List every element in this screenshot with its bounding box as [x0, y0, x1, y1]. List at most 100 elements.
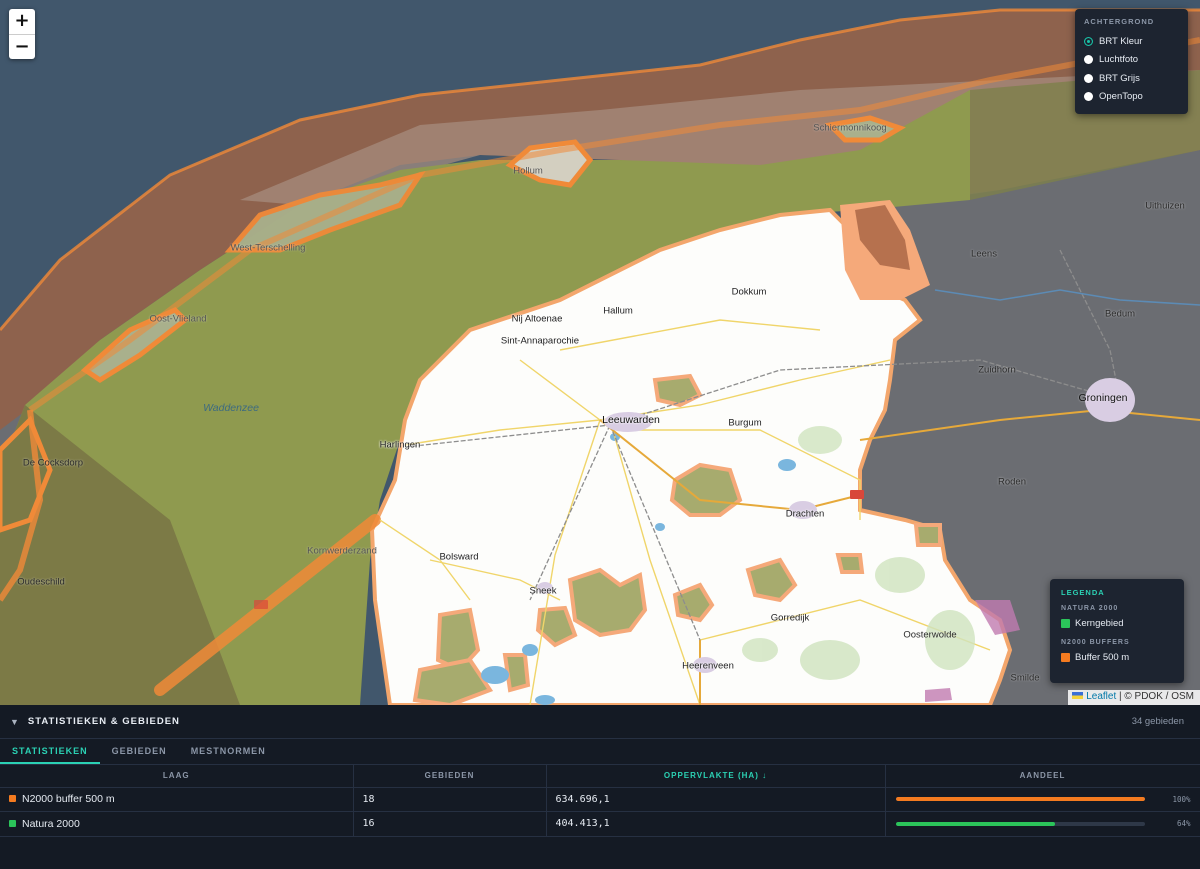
- layer-cell: N2000 buffer 500 m: [0, 787, 354, 812]
- tab-gebieden[interactable]: GEBIEDEN: [100, 739, 179, 764]
- legend-title: LEGENDA: [1061, 588, 1105, 597]
- background-option-label: OpenTopo: [1099, 91, 1143, 103]
- share-cell: 100%: [885, 787, 1200, 812]
- leaflet-link[interactable]: Leaflet: [1086, 691, 1116, 702]
- share-percent: 64%: [1176, 819, 1191, 829]
- place-label: Oost-Vlieland: [149, 313, 207, 325]
- share-bar-track: [895, 821, 1145, 826]
- place-label: Groningen: [1078, 392, 1128, 404]
- legend-item-label: Buffer 500 m: [1075, 652, 1130, 663]
- background-option[interactable]: BRT Grijs: [1084, 69, 1179, 88]
- background-option[interactable]: BRT Kleur: [1084, 32, 1179, 51]
- legend-swatch: [1061, 619, 1070, 628]
- share-bar-wrap: 64%: [895, 819, 1191, 828]
- table-row[interactable]: N2000 buffer 500 m 18 634.696,1 100%: [0, 787, 1200, 812]
- legend-item-label: Kerngebied: [1075, 618, 1124, 629]
- stats-title: STATISTIEKEN & GEBIEDEN: [27, 716, 180, 727]
- table-header-row: LAAG GEBIEDEN OPPERVLAKTE (HA) ↓ AANDEEL: [0, 765, 1200, 788]
- share-cell: 64%: [885, 811, 1200, 837]
- place-label: Drachten: [785, 508, 825, 520]
- place-label: Burgum: [728, 417, 762, 429]
- background-option[interactable]: OpenTopo: [1084, 88, 1179, 107]
- ukraine-flag-icon: [1072, 692, 1084, 699]
- tab-mestnormen[interactable]: MESTNORMEN: [179, 739, 278, 764]
- column-header[interactable]: OPPERVLAKTE (HA) ↓: [546, 765, 886, 788]
- collapse-caret-icon[interactable]: ▼: [10, 717, 19, 727]
- layer-name: N2000 buffer 500 m: [22, 793, 115, 806]
- place-label: Hallum: [603, 305, 633, 317]
- attribution-text: | © PDOK / OSM: [1116, 691, 1194, 702]
- place-label: Leeuwarden: [602, 414, 660, 426]
- background-option-label: BRT Grijs: [1099, 72, 1140, 84]
- radio-button[interactable]: [1084, 73, 1093, 83]
- table-row[interactable]: Natura 2000 16 404.413,1 64%: [0, 811, 1200, 837]
- area-cell: 634.696,1: [546, 787, 886, 812]
- zoom-in-button[interactable]: +: [9, 9, 35, 34]
- area-cell: 404.413,1: [546, 811, 886, 837]
- background-layer-panel: ACHTERGROND BRT Kleur Luchtfoto BRT Grijs O…: [1075, 9, 1188, 114]
- legend-item: Buffer 500 m: [1061, 652, 1173, 663]
- place-label: Oosterwolde: [903, 629, 957, 641]
- table-body: N2000 buffer 500 m 18 634.696,1 100% Natura …: [0, 787, 1200, 837]
- column-header: GEBIEDEN: [353, 765, 547, 788]
- place-label: Sint-Annaparochie: [500, 335, 580, 347]
- share-percent: 100%: [1172, 794, 1191, 804]
- zoom-control: + −: [9, 9, 35, 59]
- background-option-label: BRT Kleur: [1099, 35, 1143, 47]
- count-cell: 18: [353, 787, 547, 812]
- stats-tabs: STATISTIEKEN GEBIEDEN MESTNORMEN: [0, 739, 1200, 765]
- place-label: Dokkum: [731, 286, 767, 298]
- legend-item: Kerngebied: [1061, 618, 1173, 629]
- legend-panel: LEGENDA NATURA 2000 Kerngebied N2000 BUFFE…: [1050, 579, 1184, 683]
- share-bar-fill: [895, 821, 1055, 826]
- radio-button[interactable]: [1084, 92, 1093, 102]
- count-cell: 16: [353, 811, 547, 837]
- place-label: Smilde: [1010, 672, 1040, 684]
- radio-button[interactable]: [1084, 36, 1093, 46]
- place-label: De Cocksdorp: [22, 457, 84, 469]
- column-header: AANDEEL: [885, 765, 1200, 788]
- map-attribution: Leaflet | © PDOK / OSM: [1068, 690, 1200, 705]
- place-label: Harlingen: [379, 439, 421, 451]
- app-root: Leeuwarden Harlingen Bolsward Sneek Drachten…: [0, 0, 1200, 869]
- place-label: Nij Altoenae: [511, 313, 563, 325]
- radio-button[interactable]: [1084, 55, 1093, 65]
- place-label: Roden: [998, 476, 1026, 488]
- place-label: Heerenveen: [682, 660, 734, 672]
- place-label: Bolsward: [439, 551, 479, 563]
- background-option-label: Luchtfoto: [1099, 54, 1139, 66]
- legend-group-title: NATURA 2000: [1061, 605, 1119, 612]
- place-label: Bedum: [1104, 308, 1136, 320]
- stats-table: LAAG GEBIEDEN OPPERVLAKTE (HA) ↓ AANDEEL N2…: [0, 765, 1200, 837]
- place-label: Sneek: [529, 585, 557, 597]
- layer-color-dot: [9, 819, 16, 827]
- zoom-out-button[interactable]: −: [9, 34, 35, 59]
- place-label: Oudeschild: [17, 576, 65, 588]
- share-bar-wrap: 100%: [895, 795, 1191, 804]
- background-panel-title: ACHTERGROND: [1084, 17, 1155, 26]
- place-label: Schiermonnikoog: [813, 122, 887, 134]
- layer-cell: Natura 2000: [0, 811, 354, 837]
- stats-header[interactable]: ▼ STATISTIEKEN & GEBIEDEN 34 gebieden: [0, 705, 1200, 739]
- legend-group-title: N2000 BUFFERS: [1061, 639, 1130, 646]
- background-option[interactable]: Luchtfoto: [1084, 51, 1179, 70]
- layer-name: Natura 2000: [22, 817, 80, 830]
- share-bar-track: [895, 797, 1145, 802]
- share-bar-fill: [895, 797, 1145, 802]
- place-label: Zuidhorn: [978, 364, 1016, 376]
- tab-statistieken[interactable]: STATISTIEKEN: [0, 739, 100, 764]
- place-label: Uithuizen: [1145, 200, 1185, 212]
- place-label: Leens: [971, 248, 997, 260]
- place-label: Kornwerderzand: [307, 545, 377, 557]
- map-canvas[interactable]: [0, 0, 1200, 705]
- place-label: Hollum: [513, 165, 543, 177]
- area-count: 34 gebieden: [1131, 716, 1184, 727]
- stats-panel: ▼ STATISTIEKEN & GEBIEDEN 34 gebieden ST…: [0, 705, 1200, 869]
- place-label: Gorredijk: [770, 612, 810, 624]
- legend-groups: NATURA 2000 Kerngebied N2000 BUFFERS Buffer…: [1061, 605, 1173, 663]
- place-label: Waddenzee: [203, 402, 259, 414]
- place-label: West-Terschelling: [230, 242, 306, 254]
- map-view[interactable]: Leeuwarden Harlingen Bolsward Sneek Drachten…: [0, 0, 1200, 705]
- background-options: BRT Kleur Luchtfoto BRT Grijs OpenTopo: [1084, 32, 1179, 106]
- layer-color-dot: [9, 795, 16, 803]
